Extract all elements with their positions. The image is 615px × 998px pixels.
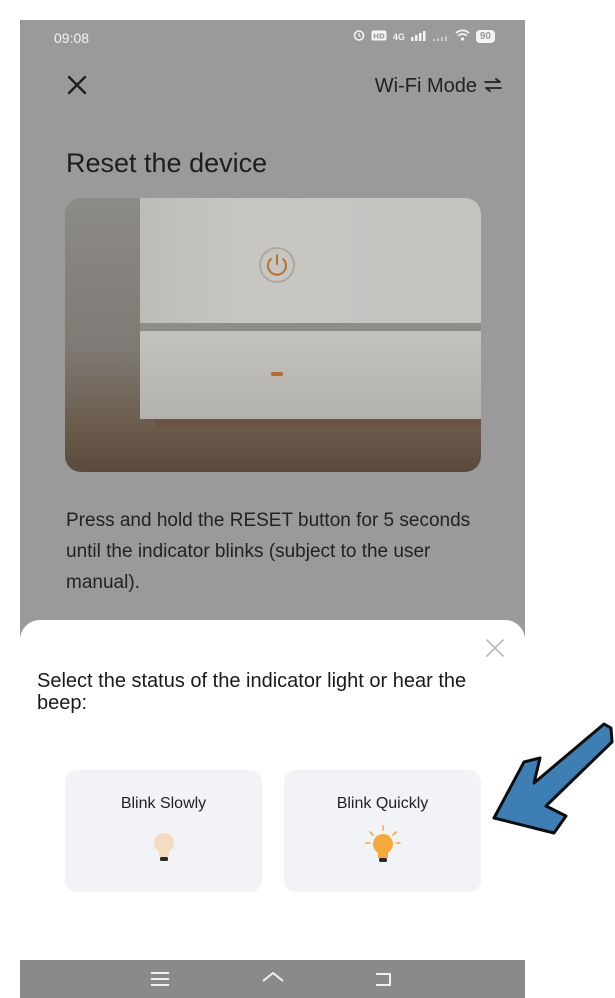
bulb-dim-icon	[144, 824, 184, 872]
device-seam	[140, 323, 481, 331]
wifi-mode-switch[interactable]: Wi-Fi Mode	[375, 75, 503, 98]
status-bar: 09:08 HD 4G 90	[20, 20, 525, 56]
hd-icon: HD	[371, 30, 387, 44]
blink-quickly-option[interactable]: Blink Quickly	[284, 770, 481, 892]
option-label: Blink Quickly	[336, 795, 429, 812]
alarm-icon	[353, 29, 365, 44]
svg-text:HD: HD	[373, 32, 385, 40]
wifi-mode-label: Wi-Fi Mode	[374, 75, 477, 97]
swap-arrows-icon	[483, 76, 503, 97]
device-photo	[65, 198, 481, 472]
system-nav-bar	[20, 960, 525, 998]
menu-icon[interactable]	[149, 970, 171, 988]
back-icon[interactable]	[372, 970, 394, 988]
close-icon[interactable]	[66, 74, 88, 96]
status-time: 09:08	[54, 30, 90, 46]
power-button-icon	[258, 246, 296, 284]
indicator-led	[271, 372, 283, 376]
phone-screen: 09:08 HD 4G 90 Wi-Fi Mode Reset the devi…	[20, 20, 525, 998]
home-icon[interactable]	[261, 970, 284, 988]
bulb-bright-icon	[363, 824, 403, 872]
indicator-status-sheet: Select the status of the indicator light…	[20, 620, 525, 960]
page-title: Reset the device	[66, 148, 268, 178]
reset-instructions: Press and hold the RESET button for 5 se…	[66, 510, 471, 593]
device-lower-body	[140, 331, 481, 419]
option-label: Blink Slowly	[120, 795, 207, 812]
signal-icon	[410, 30, 427, 44]
sheet-close-icon[interactable]	[485, 638, 505, 658]
sheet-title: Select the status of the indicator light…	[37, 670, 467, 714]
signal-weak-icon	[432, 30, 449, 44]
battery-indicator: 90	[475, 30, 495, 43]
wifi-icon	[455, 29, 470, 44]
network-type-label: 4G	[392, 31, 405, 42]
device-upper-body	[140, 198, 481, 323]
status-icons: HD 4G 90	[353, 29, 495, 44]
device-base-shadow	[155, 419, 481, 427]
blink-slowly-option[interactable]: Blink Slowly	[65, 770, 262, 892]
annotation-arrow-icon	[488, 722, 615, 837]
